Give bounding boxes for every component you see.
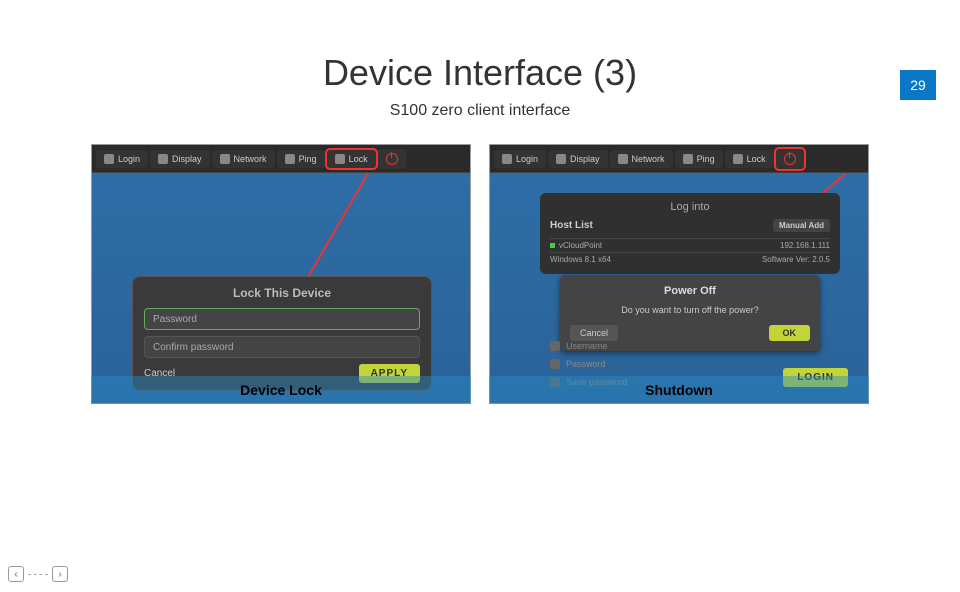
ping-icon [285,154,295,164]
tab-network[interactable]: Network [212,150,275,168]
manual-add-button[interactable]: Manual Add [773,219,830,232]
power-button[interactable] [378,149,406,169]
hostlist-label: Host List [550,220,593,231]
login-icon [502,154,512,164]
ping-icon [683,154,693,164]
network-icon [220,154,230,164]
user-icon [550,341,560,351]
right-screenshot: Login Display Network Ping Lock Log into… [489,144,869,404]
tab-display[interactable]: Display [548,150,608,168]
next-slide-button[interactable]: › [52,566,68,582]
tab-lock[interactable]: Lock [725,150,774,168]
power-icon [386,153,398,165]
login-title: Log into [550,201,830,213]
toolbar-right: Login Display Network Ping Lock [490,145,868,173]
display-icon [158,154,168,164]
password-input[interactable]: Password [144,308,420,330]
left-caption: Device Lock [91,376,471,404]
host-row[interactable]: vCloudPoint 192.168.1.111 [550,238,830,252]
key-icon [550,359,560,369]
lock-icon [733,154,743,164]
power-icon [784,153,796,165]
login-panel: Log into Host List Manual Add vCloudPoin… [540,193,840,274]
lock-dialog: Lock This Device Password Confirm passwo… [132,276,432,391]
nav-divider [28,574,48,575]
display-icon [556,154,566,164]
power-button[interactable] [776,149,804,169]
toolbar-left: Login Display Network Ping Lock [92,145,470,173]
panels-row: Login Display Network Ping Lock Lock Thi… [0,144,960,404]
network-icon [618,154,628,164]
login-icon [104,154,114,164]
confirm-password-input[interactable]: Confirm password [144,336,420,358]
username-input[interactable]: Username [550,337,830,355]
tab-ping[interactable]: Ping [277,150,325,168]
slide-subtitle: S100 zero client interface [0,102,960,120]
left-panel-wrap: Login Display Network Ping Lock Lock Thi… [91,144,471,404]
right-caption: Shutdown [489,376,869,404]
prev-slide-button[interactable]: ‹ [8,566,24,582]
tab-display[interactable]: Display [150,150,210,168]
tab-login[interactable]: Login [96,150,148,168]
tab-ping[interactable]: Ping [675,150,723,168]
host-row-detail: Windows 8.1 x64 Software Ver: 2.0.5 [550,252,830,266]
right-panel-wrap: Login Display Network Ping Lock Log into… [489,144,869,404]
tab-network[interactable]: Network [610,150,673,168]
slide-title: Device Interface (3) [0,52,960,94]
tab-lock[interactable]: Lock [327,150,376,168]
poweroff-title: Power Off [570,285,810,297]
lock-dialog-title: Lock This Device [144,286,420,300]
left-screenshot: Login Display Network Ping Lock Lock Thi… [91,144,471,404]
hostlist-header: Host List Manual Add [550,219,830,232]
tab-login[interactable]: Login [494,150,546,168]
status-dot-icon [550,243,555,248]
poweroff-text: Do you want to turn off the power? [570,305,810,315]
lock-icon [335,154,345,164]
page-number-badge: 29 [900,70,936,100]
slide-nav: ‹ › [8,566,68,582]
